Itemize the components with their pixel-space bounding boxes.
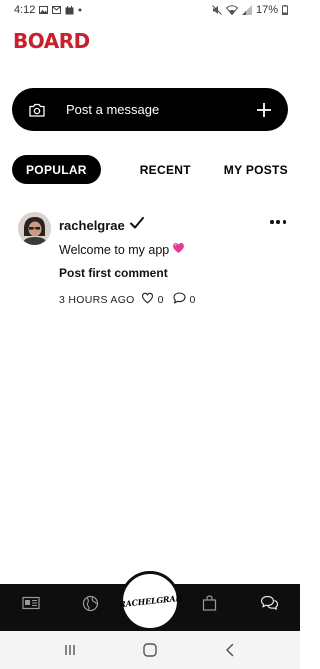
comment-icon[interactable]: [172, 292, 186, 307]
home-icon[interactable]: [138, 638, 162, 662]
avatar[interactable]: [18, 212, 51, 245]
notification-dot-icon: [78, 8, 82, 12]
mail-icon: [52, 6, 62, 14]
comments-count: 0: [189, 293, 196, 306]
wifi-icon: [225, 5, 238, 15]
image-icon: [39, 6, 49, 14]
post-message-placeholder[interactable]: Post a message: [66, 102, 254, 117]
battery-percent: 17%: [255, 4, 278, 16]
battery-icon: [282, 5, 288, 15]
status-bar: 4:12 17%: [0, 0, 300, 20]
recent-apps-icon[interactable]: [58, 638, 82, 662]
tab-my-posts[interactable]: MY POSTS: [224, 155, 288, 184]
tab-popular[interactable]: POPULAR: [12, 155, 101, 184]
system-nav-bar: [0, 631, 300, 669]
author-name[interactable]: rachelgrae: [59, 218, 125, 233]
checkmark-icon: [129, 216, 144, 234]
mute-icon: [212, 5, 222, 15]
likes-count: 0: [157, 293, 164, 306]
more-options-icon[interactable]: [270, 216, 286, 228]
calendar-icon: [65, 5, 74, 15]
camera-icon[interactable]: [28, 101, 46, 119]
status-time: 4:12: [14, 4, 36, 16]
status-right: 17%: [212, 4, 288, 16]
home-logo-button[interactable]: RACHELGRAE: [118, 571, 182, 631]
feed-tabs: POPULAR RECENT MY POSTS: [12, 155, 288, 184]
brand-title: BOARD: [13, 29, 90, 53]
post-message-bar[interactable]: Post a message: [12, 88, 288, 131]
news-icon[interactable]: [20, 592, 42, 614]
heart-outline-icon[interactable]: [141, 292, 154, 307]
signal-icon: [241, 5, 252, 15]
post-time: 3 HOURS AGO: [59, 293, 135, 306]
chat-icon[interactable]: [258, 592, 280, 614]
tab-recent[interactable]: RECENT: [140, 155, 191, 184]
plus-icon[interactable]: [254, 100, 274, 120]
post-meta: 3 HOURS AGO 0 0: [59, 292, 204, 307]
post-message: Welcome to my app: [59, 242, 185, 257]
home-logo: RACHELGRAE: [118, 592, 182, 610]
back-icon[interactable]: [218, 638, 242, 662]
post-first-comment-link[interactable]: Post first comment: [59, 266, 168, 280]
globe-icon[interactable]: [79, 592, 101, 614]
heart-emoji-icon: [172, 242, 185, 257]
post-message-text: Welcome to my app: [59, 242, 170, 257]
shopping-bag-icon[interactable]: [198, 592, 220, 614]
author-row: rachelgrae: [59, 216, 144, 234]
status-left: 4:12: [14, 4, 82, 16]
